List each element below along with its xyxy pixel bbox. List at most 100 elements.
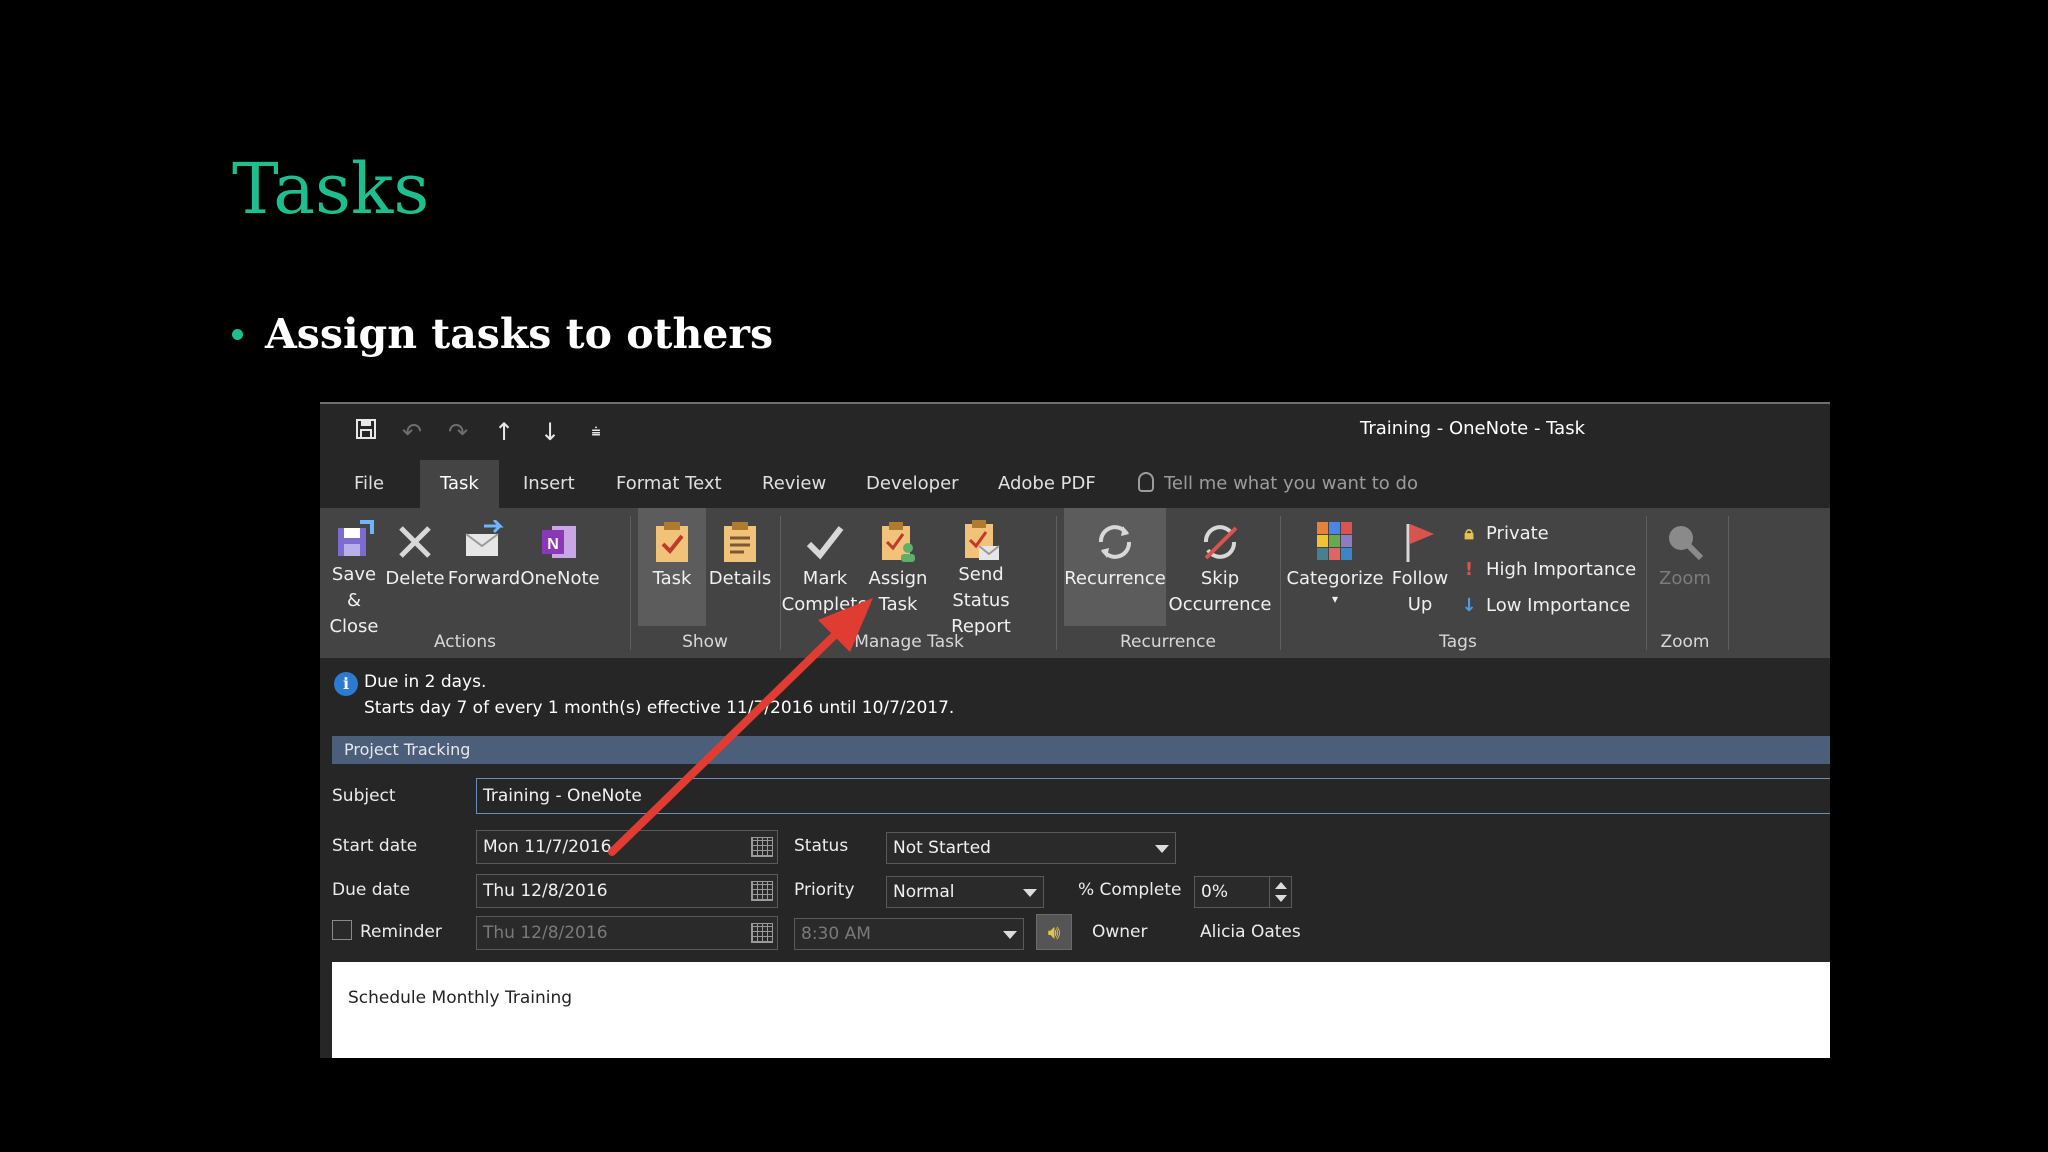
save-close-button[interactable]: Save & Close bbox=[326, 508, 382, 637]
group-label-tags: Tags bbox=[1439, 632, 1477, 652]
spinner-arrows-icon[interactable] bbox=[1269, 877, 1291, 907]
priority-label: Priority bbox=[794, 880, 855, 900]
forward-icon bbox=[460, 518, 508, 566]
categorize-label: Categorize bbox=[1286, 568, 1384, 589]
priority-value: Normal bbox=[893, 882, 955, 902]
onenote-button[interactable]: N OneNote bbox=[520, 508, 600, 626]
mark-complete-button[interactable]: Mark Complete bbox=[781, 508, 869, 626]
reminder-date-value: Thu 12/8/2016 bbox=[483, 923, 608, 943]
previous-item-icon[interactable]: ↑ bbox=[486, 414, 522, 450]
lightbulb-icon bbox=[1138, 472, 1154, 492]
reminder-date-field[interactable]: Thu 12/8/2016 bbox=[476, 916, 778, 950]
window-title: Training - OneNote - Task bbox=[1360, 418, 1586, 439]
tab-review[interactable]: Review bbox=[748, 460, 840, 508]
calendar-icon[interactable] bbox=[751, 923, 773, 943]
percent-complete-label: % Complete bbox=[1078, 880, 1182, 900]
redo-icon[interactable]: ↷ bbox=[440, 414, 476, 450]
task-icon bbox=[648, 518, 696, 566]
task-form: i Due in 2 days. Starts day 7 of every 1… bbox=[320, 658, 1830, 1058]
due-date-value: Thu 12/8/2016 bbox=[483, 881, 608, 901]
ribbon: Save & Close Delete Forward N OneNote Ac… bbox=[320, 508, 1830, 658]
info-icon: i bbox=[334, 672, 358, 696]
recurrence-button[interactable]: Recurrence bbox=[1064, 508, 1166, 626]
tab-developer[interactable]: Developer bbox=[852, 460, 973, 508]
follow-up-button[interactable]: Follow Up bbox=[1384, 508, 1456, 626]
chevron-down-icon: ▾ bbox=[1331, 592, 1339, 606]
due-date-field[interactable]: Thu 12/8/2016 bbox=[476, 874, 778, 908]
window-border bbox=[320, 402, 1830, 404]
high-importance-label: High Importance bbox=[1486, 558, 1637, 580]
save-close-icon bbox=[330, 518, 378, 562]
group-label-manage-task: Manage Task bbox=[854, 632, 964, 652]
send-status-report-button[interactable]: Send Status Report bbox=[930, 508, 1032, 637]
reminder-sound-icon[interactable]: 🔊︎ bbox=[1036, 914, 1072, 950]
assign-task-button[interactable]: Assign Task bbox=[866, 508, 930, 626]
tell-me-text: Tell me what you want to do bbox=[1164, 473, 1418, 494]
private-button[interactable]: 🔒︎ Private bbox=[1458, 518, 1549, 548]
due-date-label: Due date bbox=[332, 880, 411, 900]
start-date-field[interactable]: Mon 11/7/2016 bbox=[476, 830, 778, 864]
group-separator bbox=[1280, 516, 1281, 650]
save-close-label: Save & Close bbox=[329, 564, 379, 637]
bullet-dot bbox=[232, 328, 243, 340]
calendar-icon[interactable] bbox=[751, 881, 773, 901]
save-icon[interactable] bbox=[348, 414, 384, 450]
ribbon-tabs: File Task Insert Format Text Review Deve… bbox=[320, 460, 1830, 508]
details-label: Details bbox=[708, 568, 772, 589]
details-icon bbox=[716, 518, 764, 566]
group-label-show: Show bbox=[682, 632, 728, 652]
onenote-icon: N bbox=[536, 518, 584, 566]
tab-format-text[interactable]: Format Text bbox=[602, 460, 736, 508]
categorize-icon bbox=[1311, 518, 1359, 566]
assign-task-icon bbox=[874, 518, 922, 566]
reminder-time-value: 8:30 AM bbox=[801, 924, 871, 944]
undo-icon[interactable]: ↶ bbox=[394, 414, 430, 450]
customize-qat-icon[interactable]: ⩧ bbox=[578, 414, 614, 450]
group-label-zoom: Zoom bbox=[1660, 632, 1710, 652]
calendar-icon[interactable] bbox=[751, 837, 773, 857]
tell-me-box[interactable]: Tell me what you want to do bbox=[1138, 460, 1418, 508]
group-separator bbox=[1646, 516, 1647, 650]
priority-dropdown[interactable]: Normal bbox=[886, 876, 1044, 908]
low-importance-button[interactable]: ↓ Low Importance bbox=[1458, 590, 1630, 620]
tab-adobe-pdf[interactable]: Adobe PDF bbox=[984, 460, 1110, 508]
subject-input[interactable]: Training - OneNote bbox=[476, 778, 1830, 814]
status-dropdown[interactable]: Not Started bbox=[886, 832, 1176, 864]
owner-label: Owner bbox=[1092, 922, 1148, 942]
chevron-down-icon bbox=[1003, 931, 1017, 939]
categorize-button[interactable]: Categorize ▾ bbox=[1286, 508, 1384, 626]
delete-button[interactable]: Delete bbox=[384, 508, 446, 626]
tab-insert[interactable]: Insert bbox=[509, 460, 589, 508]
reminder-label: Reminder bbox=[360, 922, 442, 942]
notes-text: Schedule Monthly Training bbox=[348, 988, 573, 1008]
start-date-value: Mon 11/7/2016 bbox=[483, 837, 612, 857]
zoom-label: Zoom bbox=[1659, 568, 1711, 589]
notes-area[interactable]: Schedule Monthly Training bbox=[332, 962, 1830, 1058]
onenote-label: OneNote bbox=[520, 568, 600, 589]
forward-button[interactable]: Forward bbox=[448, 508, 520, 626]
reminder-checkbox[interactable] bbox=[332, 920, 352, 940]
reminder-time-dropdown[interactable]: 8:30 AM bbox=[794, 918, 1024, 950]
show-task-button[interactable]: Task bbox=[638, 508, 706, 626]
flag-icon bbox=[1396, 518, 1444, 566]
percent-complete-spinner[interactable]: 0% bbox=[1194, 876, 1292, 908]
chevron-down-icon bbox=[1155, 845, 1169, 853]
slide-title: Tasks bbox=[232, 148, 430, 230]
high-importance-button[interactable]: ! High Importance bbox=[1458, 554, 1636, 584]
zoom-button[interactable]: Zoom bbox=[1654, 508, 1716, 626]
group-label-recurrence: Recurrence bbox=[1120, 632, 1216, 652]
skip-occurrence-button[interactable]: Skip Occurrence bbox=[1168, 508, 1272, 626]
exclamation-icon: ! bbox=[1464, 558, 1474, 580]
low-importance-label: Low Importance bbox=[1486, 594, 1631, 616]
tab-task[interactable]: Task bbox=[420, 460, 499, 508]
delete-label: Delete bbox=[385, 568, 445, 589]
bullet-item: Assign tasks to others bbox=[232, 310, 773, 358]
details-button[interactable]: Details bbox=[708, 508, 772, 626]
percent-complete-value: 0% bbox=[1201, 882, 1228, 902]
tab-file[interactable]: File bbox=[340, 460, 398, 508]
mark-complete-label: Mark Complete bbox=[781, 568, 869, 615]
next-item-icon[interactable]: ↓ bbox=[532, 414, 568, 450]
svg-text:N: N bbox=[547, 536, 559, 553]
project-tracking-bar[interactable]: Project Tracking bbox=[332, 736, 1830, 764]
arrow-down-icon: ↓ bbox=[1461, 594, 1477, 616]
